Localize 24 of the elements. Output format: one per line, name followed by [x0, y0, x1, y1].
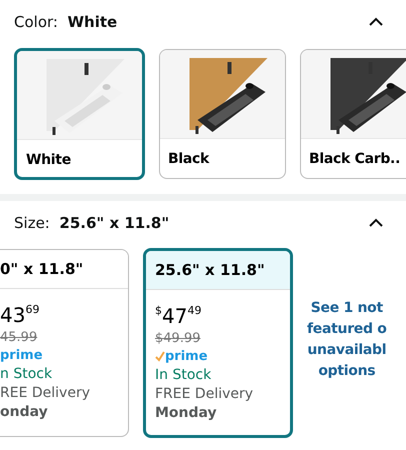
delivery-day: Monday	[155, 405, 290, 421]
size-name: 25.6" x 11.8"	[155, 261, 265, 279]
more-options-link[interactable]: See 1 not featured o unavailabl options	[307, 298, 387, 382]
size-option[interactable]: 25.6" x 11.8" $^{$}$47$^{49}$ $49.99 prime In Stock FREE Delivery Monday	[143, 248, 293, 438]
list-price: $49.99	[155, 331, 202, 346]
color-option[interactable]: Black Carb..	[300, 49, 406, 179]
stock-status: In Stock	[155, 367, 212, 383]
price: 43$^{69}$	[0, 302, 40, 327]
size-option[interactable]: 0" x 11.8" 43$^{69}$ 45.99 prime n Stock REE Delivery onday	[0, 249, 129, 437]
delivery-day: onday	[0, 404, 128, 420]
delivery-text: REE Delivery	[0, 385, 91, 401]
color-label: Color: White	[14, 13, 118, 31]
size-label: Size: 25.6" x 11.8"	[14, 214, 170, 232]
prime-label: prime	[165, 349, 208, 364]
collapse-caret-icon[interactable]	[368, 17, 384, 27]
stock-status: n Stock	[0, 366, 54, 382]
list-price: 45.99	[0, 330, 38, 345]
size-name: 0" x 11.8"	[0, 260, 84, 278]
color-option[interactable]: Black	[159, 49, 286, 179]
delivery-text: FREE Delivery	[155, 386, 254, 402]
color-option[interactable]: White	[14, 48, 145, 180]
prime-label: prime	[0, 348, 43, 363]
price: $^{$}$47$^{49}$	[155, 303, 202, 328]
collapse-caret-icon[interactable]	[368, 218, 384, 228]
